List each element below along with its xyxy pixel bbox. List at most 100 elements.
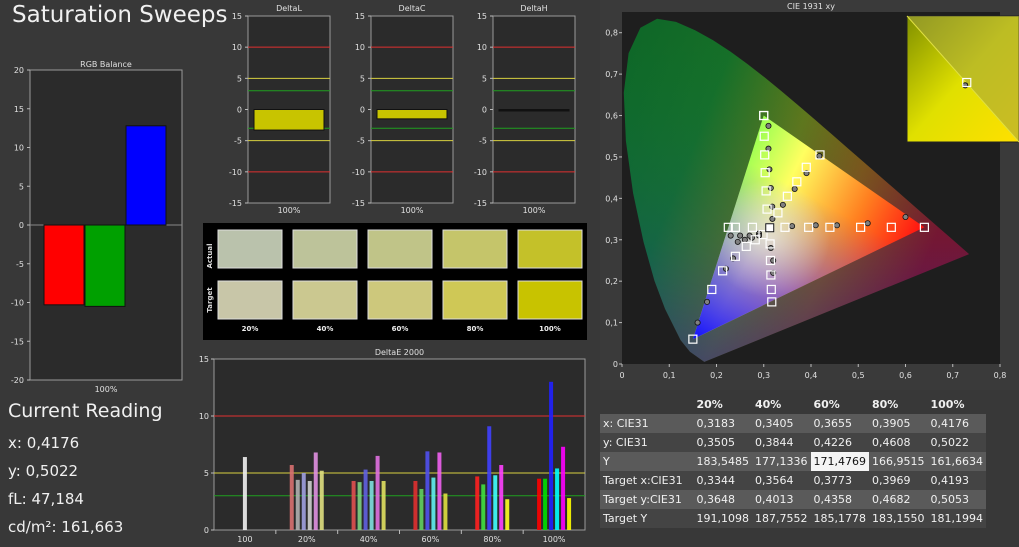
swatch-column-label: 40%: [317, 325, 334, 333]
chart-title: DeltaE 2000: [375, 348, 424, 357]
table-cell: 185,1778: [810, 509, 869, 528]
y-tick-label: 15: [355, 12, 365, 21]
measured-point: [704, 298, 711, 305]
table-row: Target y:CIE31 0,3648 0,4013 0,4358 0,46…: [600, 490, 986, 509]
y-tick-label: 0: [360, 106, 365, 115]
table-row-label: Target y:CIE31: [600, 490, 694, 509]
y-tick-label: 0,8: [605, 29, 618, 38]
actual-swatch: [217, 229, 283, 269]
reading-y: y: 0,5022: [8, 462, 79, 480]
y-tick-label: 10: [14, 144, 24, 153]
y-tick-label: -20: [11, 376, 24, 385]
measured-point: [779, 201, 786, 208]
cie-diagram: CIE 1931 xy 0 0,1 0,2 0,3 0,4 0,5 0,6 0,7 0,8 0,8 0…: [600, 0, 1019, 390]
table-cell: 0,4358: [810, 490, 869, 509]
delta-bar: [376, 109, 448, 120]
y-tick-label: -15: [229, 199, 242, 208]
y-tick-label: -5: [357, 137, 365, 146]
swatch-column-label: 60%: [392, 325, 409, 333]
x-tick-label: 100%: [401, 206, 424, 215]
x-tick-label: 0,7: [946, 371, 959, 380]
measured-point: [727, 232, 734, 239]
y-tick-label: 15: [232, 12, 242, 21]
y-tick-label: 0,2: [605, 277, 618, 286]
y-tick-label: -10: [474, 168, 487, 177]
table-cell: 0,4226: [810, 433, 869, 452]
y-tick-label: 0,5: [605, 153, 618, 162]
chart-title: CIE 1931 xy: [787, 2, 835, 11]
y-tick-label: 0,4: [605, 194, 618, 203]
table-cell: 0,4193: [927, 471, 986, 490]
table-header-row: 20% 40% 60% 80% 100%: [600, 395, 986, 414]
table-cell: 0,3183: [693, 414, 752, 433]
y-tick-label: 0,6: [605, 112, 618, 121]
y-tick-label: 5: [237, 74, 242, 83]
x-tick-label: 0,6: [899, 371, 912, 380]
delta-e-bar: [437, 452, 442, 530]
target-swatch: [517, 280, 583, 320]
x-tick-label: 40%: [360, 535, 378, 544]
y-tick-label: 0: [613, 360, 618, 369]
measured-point: [737, 232, 744, 239]
swatch-column-label: 80%: [467, 325, 484, 333]
table-cell: 0,4682: [869, 490, 928, 509]
table-row: Target x:CIE31 0,3344 0,3564 0,3773 0,39…: [600, 471, 986, 490]
y-tick-label: -5: [479, 137, 487, 146]
delta-e-bar: [319, 470, 324, 530]
delta-h-chart: DeltaH 15 10 5 0 -5 -10 -15 100%: [474, 4, 576, 215]
table-cell: 181,1994: [927, 509, 986, 528]
table-cell: 0,3905: [869, 414, 928, 433]
measured-point: [833, 222, 840, 229]
delta-e-bar: [242, 457, 247, 530]
delta-e-bar: [363, 469, 368, 530]
rgb-bar: [84, 224, 126, 307]
table-cell: 0,3844: [752, 433, 811, 452]
table-row-label: Target Y: [600, 509, 694, 528]
delta-e-bar: [475, 476, 480, 530]
table-cell: 0,3648: [693, 490, 752, 509]
table-header-cell: 20%: [693, 395, 752, 414]
delta-e-bar: [505, 499, 510, 530]
x-tick-label: 100%: [543, 535, 566, 544]
y-tick-label: 5: [360, 74, 365, 83]
y-tick-label: 0: [204, 526, 209, 535]
table-cell: 0,4608: [869, 433, 928, 452]
delta-e-bar: [567, 498, 572, 530]
table-cell: 0,3773: [810, 471, 869, 490]
delta-c-chart: DeltaC 15 10 5 0 -5 -10 -15 100%: [352, 4, 454, 215]
y-tick-label: 20: [14, 66, 24, 75]
delta-e-bar: [313, 452, 318, 530]
y-tick-label: -5: [16, 260, 24, 269]
delta-e-bar: [351, 480, 356, 530]
table-header-cell: 100%: [927, 395, 986, 414]
y-tick-label: 10: [232, 43, 242, 52]
chart-title: DeltaL: [276, 4, 302, 13]
y-tick-label: 0,7: [605, 70, 618, 79]
table-row-label: x: CIE31: [600, 414, 694, 433]
delta-e-bar: [543, 478, 548, 530]
target-swatch: [292, 280, 358, 320]
x-tick-label: 20%: [298, 535, 316, 544]
plot-area: [213, 358, 586, 531]
delta-bar: [498, 109, 570, 112]
data-table: 20% 40% 60% 80% 100% x: CIE31 0,3183 0,3…: [600, 395, 986, 528]
delta-e-bar: [487, 426, 492, 530]
delta-e-bar: [419, 488, 424, 530]
actual-swatch: [517, 229, 583, 269]
delta-e-bar: [413, 480, 418, 530]
table-cell: 0,3655: [810, 414, 869, 433]
measured-point: [741, 236, 748, 243]
table-row-label: y: CIE31: [600, 433, 694, 452]
delta-e-bar: [375, 455, 380, 530]
y-tick-label: 0: [482, 106, 487, 115]
y-tick-label: -10: [352, 168, 365, 177]
delta-e-bar: [481, 484, 486, 530]
measured-point: [816, 153, 823, 160]
y-tick-label: -15: [352, 199, 365, 208]
swatch-comparison: Actual Target 20% 40% 60% 80% 100%: [203, 223, 587, 340]
table-cell: 183,5485: [693, 452, 752, 471]
table-header-cell: 80%: [869, 395, 928, 414]
measured-point: [812, 222, 819, 229]
swatch-column-label: 20%: [242, 325, 259, 333]
row-label-target: Target: [206, 287, 214, 313]
